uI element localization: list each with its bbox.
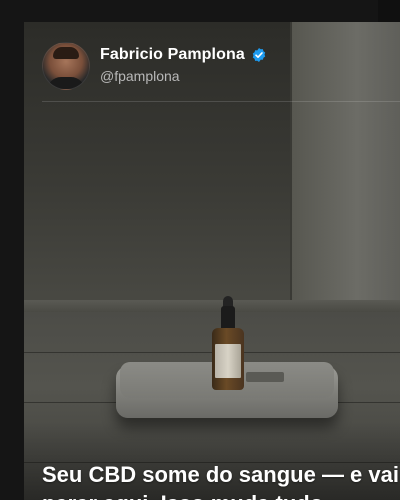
dropper-cap xyxy=(221,306,235,330)
author-row: Fabricio Pamplona xyxy=(100,46,267,64)
post-caption: Seu CBD some do sangue — e vai parar aqu… xyxy=(42,462,399,500)
avatar[interactable] xyxy=(42,42,90,90)
corner-notch xyxy=(378,0,400,22)
header-divider xyxy=(42,101,400,102)
post-card[interactable]: Fabricio Pamplona @fpamplona Seu CBD som… xyxy=(24,22,400,500)
verified-badge-icon xyxy=(252,48,266,62)
photo-baseboard xyxy=(24,300,400,312)
post-header: Fabricio Pamplona @fpamplona xyxy=(24,22,400,102)
author-handle[interactable]: @fpamplona xyxy=(100,68,180,84)
author-name[interactable]: Fabricio Pamplona xyxy=(100,46,245,64)
cbd-bottle-label xyxy=(215,344,241,378)
scale-display xyxy=(246,372,284,382)
